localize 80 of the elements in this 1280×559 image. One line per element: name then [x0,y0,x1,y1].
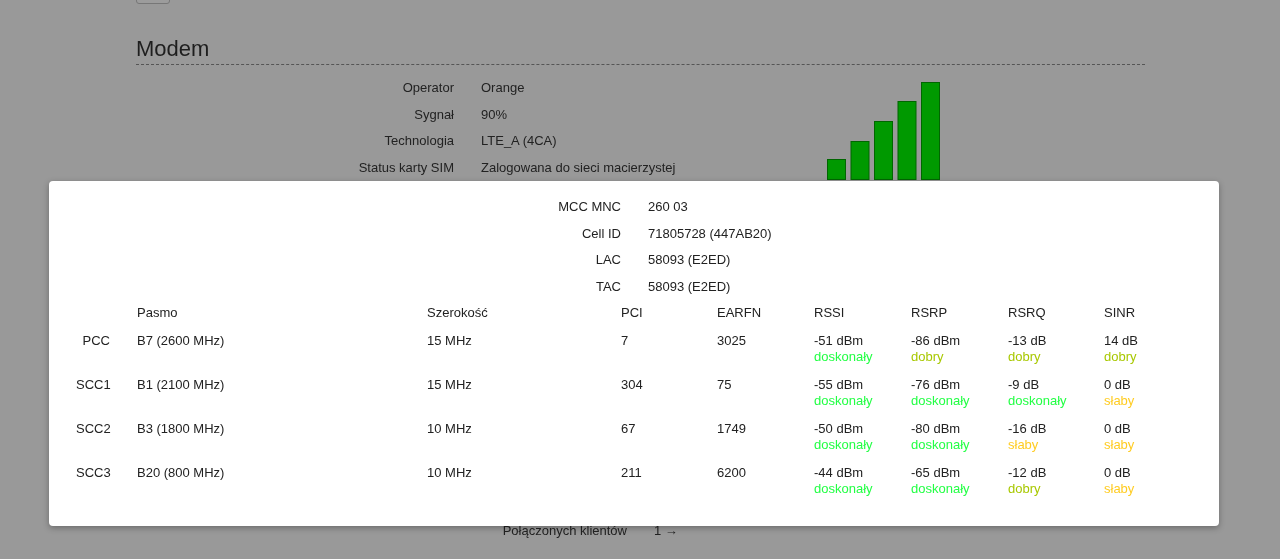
column-header: Pasmo [137,305,178,321]
table-cell: B7 (2600 MHz) [137,332,225,348]
quality-label: doskonały [814,347,873,366]
table-cell: B3 (1800 MHz) [137,420,225,436]
column-header: SINR [1104,305,1136,321]
info-label: LAC [594,251,621,270]
info-value: 71805728 (447AB20) [648,224,773,243]
quality-label: dobry [1008,347,1041,366]
table-cell: -50 dBm [814,420,864,436]
carrier-label: SCC2 [76,420,111,436]
info-value: 260 03 [648,198,689,216]
table-cell: 75 [717,376,732,392]
table-cell: 6200 [717,464,746,480]
column-header: RSRP [911,305,948,321]
quality-label: dobry [911,347,944,366]
table-cell: -76 dBm [911,376,961,392]
quality-label: doskonały [911,391,970,410]
quality-label: słaby [1104,435,1135,454]
info-value: 58093 (E2ED) [648,277,732,296]
quality-label: doskonały [814,479,873,498]
table-cell: -9 dB [1008,376,1040,392]
info-value: 90% [481,105,509,124]
table-cell: 15 MHz [427,332,472,348]
quality-label: doskonały [911,479,970,498]
table-cell: 10 MHz [427,420,472,436]
column-header: Szerokość [427,305,488,321]
info-value: 1 → [654,522,679,541]
quality-label: słaby [1008,435,1039,454]
quality-label: doskonały [1008,391,1067,410]
column-header: RSSI [814,305,845,321]
info-label: Technologia [383,132,454,151]
table-cell: 15 MHz [427,376,472,392]
column-header: RSRQ [1008,305,1046,321]
table-cell: 0 dB [1104,420,1131,436]
quality-label: doskonały [814,391,873,410]
info-label: Sygnał [413,105,454,124]
info-label: Połączonych klientów [501,522,627,541]
column-header: PCI [621,305,643,321]
table-cell: -65 dBm [911,464,961,480]
table-cell: B1 (2100 MHz) [137,376,225,392]
table-cell: 7 [621,332,629,348]
table-cell: 1749 [717,420,746,436]
carrier-label: SCC3 [76,464,111,480]
table-cell: 0 dB [1104,464,1131,480]
info-label: Operator [401,79,454,97]
table-cell: -44 dBm [814,464,864,480]
table-cell: 211 [621,464,642,480]
table-cell: 14 dB [1104,332,1138,348]
table-cell: B20 (800 MHz) [137,464,225,480]
table-cell: -80 dBm [911,420,961,436]
quality-label: doskonały [814,435,873,454]
info-label: MCC MNC [557,198,621,216]
info-value: Zalogowana do sieci macierzystej [481,158,677,177]
info-label: Cell ID [581,224,621,243]
quality-label: doskonały [911,435,970,454]
quality-label: dobry [1104,347,1137,366]
quality-label: słaby [1104,479,1135,498]
table-cell: -86 dBm [911,332,961,348]
info-label: TAC [594,277,621,296]
info-value: Orange [481,79,526,97]
info-value: LTE_A (4CA) [481,132,558,151]
table-cell: 0 dB [1104,376,1131,392]
table-cell: -55 dBm [814,376,864,392]
carrier-label: PCC [82,332,110,348]
table-cell: -12 dB [1008,464,1047,480]
table-cell: -51 dBm [814,332,864,348]
info-label: Status karty SIM [357,158,454,177]
section-heading: Modem [136,36,211,62]
table-cell: 10 MHz [427,464,472,480]
quality-label: dobry [1008,479,1041,498]
info-value: 58093 (E2ED) [648,251,732,270]
signal-bars-icon [827,82,940,181]
carrier-label: SCC1 [76,376,111,392]
column-header: EARFN [717,305,762,321]
quality-label: słaby [1104,391,1135,410]
table-cell: 67 [621,420,636,436]
table-cell: 304 [621,376,643,392]
table-cell: -13 dB [1008,332,1047,348]
table-cell: -16 dB [1008,420,1047,436]
table-cell: 3025 [717,332,746,348]
